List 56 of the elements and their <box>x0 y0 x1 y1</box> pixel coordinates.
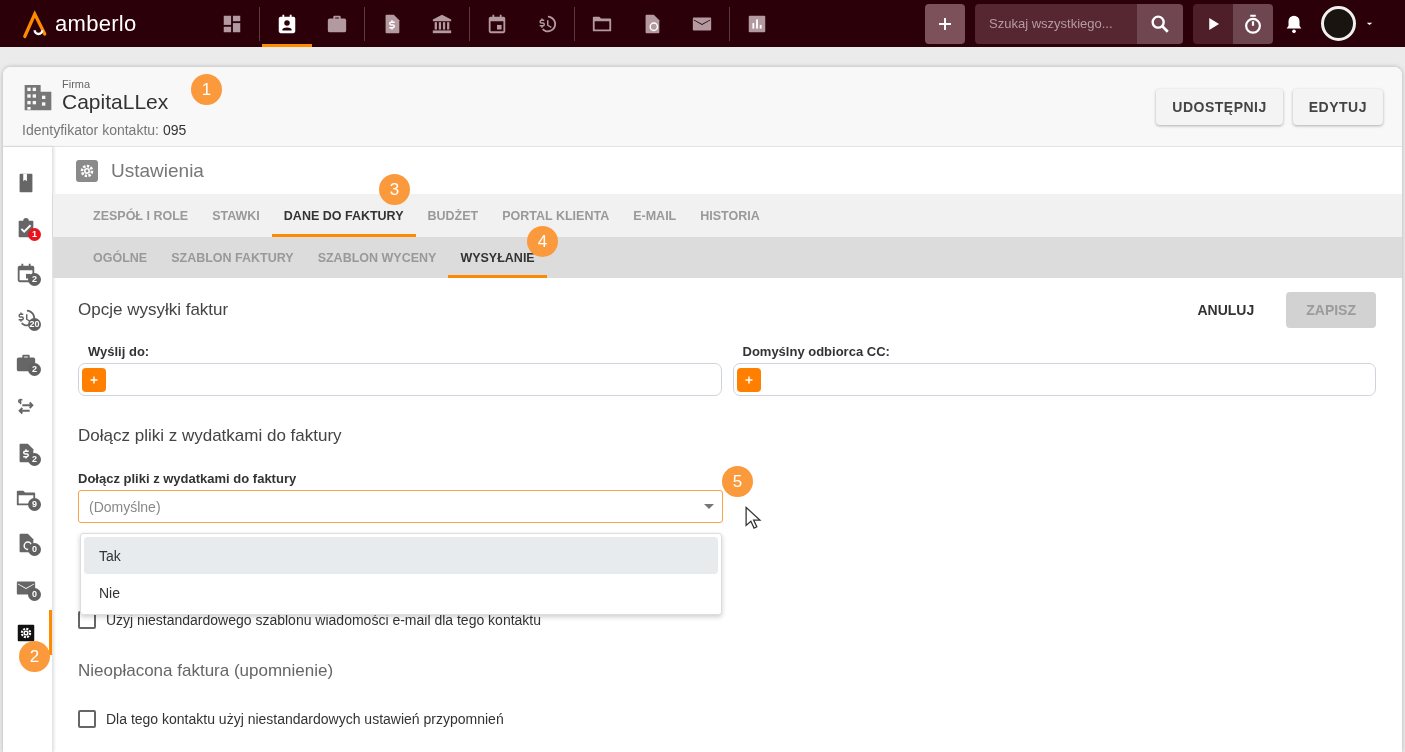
sidebar-item[interactable]: 20 <box>3 295 52 340</box>
section-heading: Opcje wysyłki faktur <box>78 300 229 320</box>
checkbox[interactable] <box>78 611 96 629</box>
add-recipient-button[interactable] <box>82 367 106 392</box>
checkbox[interactable] <box>78 710 96 728</box>
app-logo: amberlo <box>55 10 137 37</box>
sidebar-item[interactable]: 0 <box>3 520 52 565</box>
section-heading: Nieopłacona faktura (upomnienie) <box>78 661 335 681</box>
sidebar-item[interactable]: 2 <box>3 250 52 295</box>
sidebar-item[interactable]: 2 <box>3 430 52 475</box>
calendar-icon <box>486 12 508 35</box>
field-label: Dołącz pliki z wydatkami do faktury <box>78 471 298 486</box>
sidebar-item[interactable]: 2 <box>3 340 52 385</box>
play-button[interactable] <box>1193 3 1233 44</box>
count-badge: 9 <box>28 498 41 511</box>
section-heading: Dołącz pliki z wydatkami do faktury <box>78 426 343 446</box>
contact-type: Firma <box>62 78 92 90</box>
contact-name: CapitaLLex <box>62 90 169 114</box>
search-button[interactable] <box>1137 3 1183 44</box>
contact-card-icon <box>276 12 298 35</box>
dropdown-arrow-icon <box>704 504 714 509</box>
checkbox-label: Dla tego kontaktu użyj niestandardowych ustawień przypomnień <box>106 711 504 727</box>
count-badge: 2 <box>28 453 41 466</box>
contact-id: 095 <box>162 122 187 140</box>
count-badge: 20 <box>28 318 41 331</box>
add-recipient-button[interactable] <box>736 367 761 392</box>
sidebar-item[interactable]: 1 <box>3 205 52 250</box>
recipient-field[interactable] <box>732 363 1376 396</box>
settings-icon <box>75 158 99 183</box>
cursor-icon <box>744 506 762 530</box>
recipient-field[interactable] <box>78 363 722 396</box>
stopwatch-icon <box>1242 12 1264 35</box>
avatar <box>1321 6 1356 41</box>
count-badge: 0 <box>28 588 41 601</box>
field-label: Wyślij do: <box>88 344 151 359</box>
dropdown-option[interactable]: Tak <box>84 537 718 574</box>
count-badge: 0 <box>28 543 41 556</box>
bank-icon <box>431 12 453 35</box>
action-button[interactable]: EDYTUJ <box>1292 89 1383 125</box>
checkbox-label: Użyj niestandardowego szablonu wiadomości e-mail dla tego kontaktu <box>106 612 542 628</box>
cancel-button[interactable]: ANULUJ <box>1185 292 1267 328</box>
contact-id-label: Identyfikator kontaktu: <box>22 122 159 140</box>
count-badge: 2 <box>28 363 41 376</box>
dropdown-option[interactable]: Nie <box>84 574 718 611</box>
add-button[interactable] <box>925 3 965 44</box>
section-title: Ustawienia <box>111 159 204 182</box>
timer-button[interactable] <box>1233 3 1273 44</box>
field-label: Domyślny odbiorca CC: <box>742 344 891 359</box>
select-field[interactable]: (Domyślne) <box>78 490 723 523</box>
search-field[interactable]: Szukaj wszystkiego... <box>975 3 1137 44</box>
sidebar-item[interactable]: 9 <box>3 475 52 520</box>
count-badge: 1 <box>28 228 41 241</box>
action-button[interactable]: UDOSTĘPNIJ <box>1156 89 1283 125</box>
select-placeholder: (Domyślne) <box>89 498 161 515</box>
count-badge: 2 <box>28 273 41 286</box>
sidebar-item[interactable]: 0 <box>3 565 52 610</box>
